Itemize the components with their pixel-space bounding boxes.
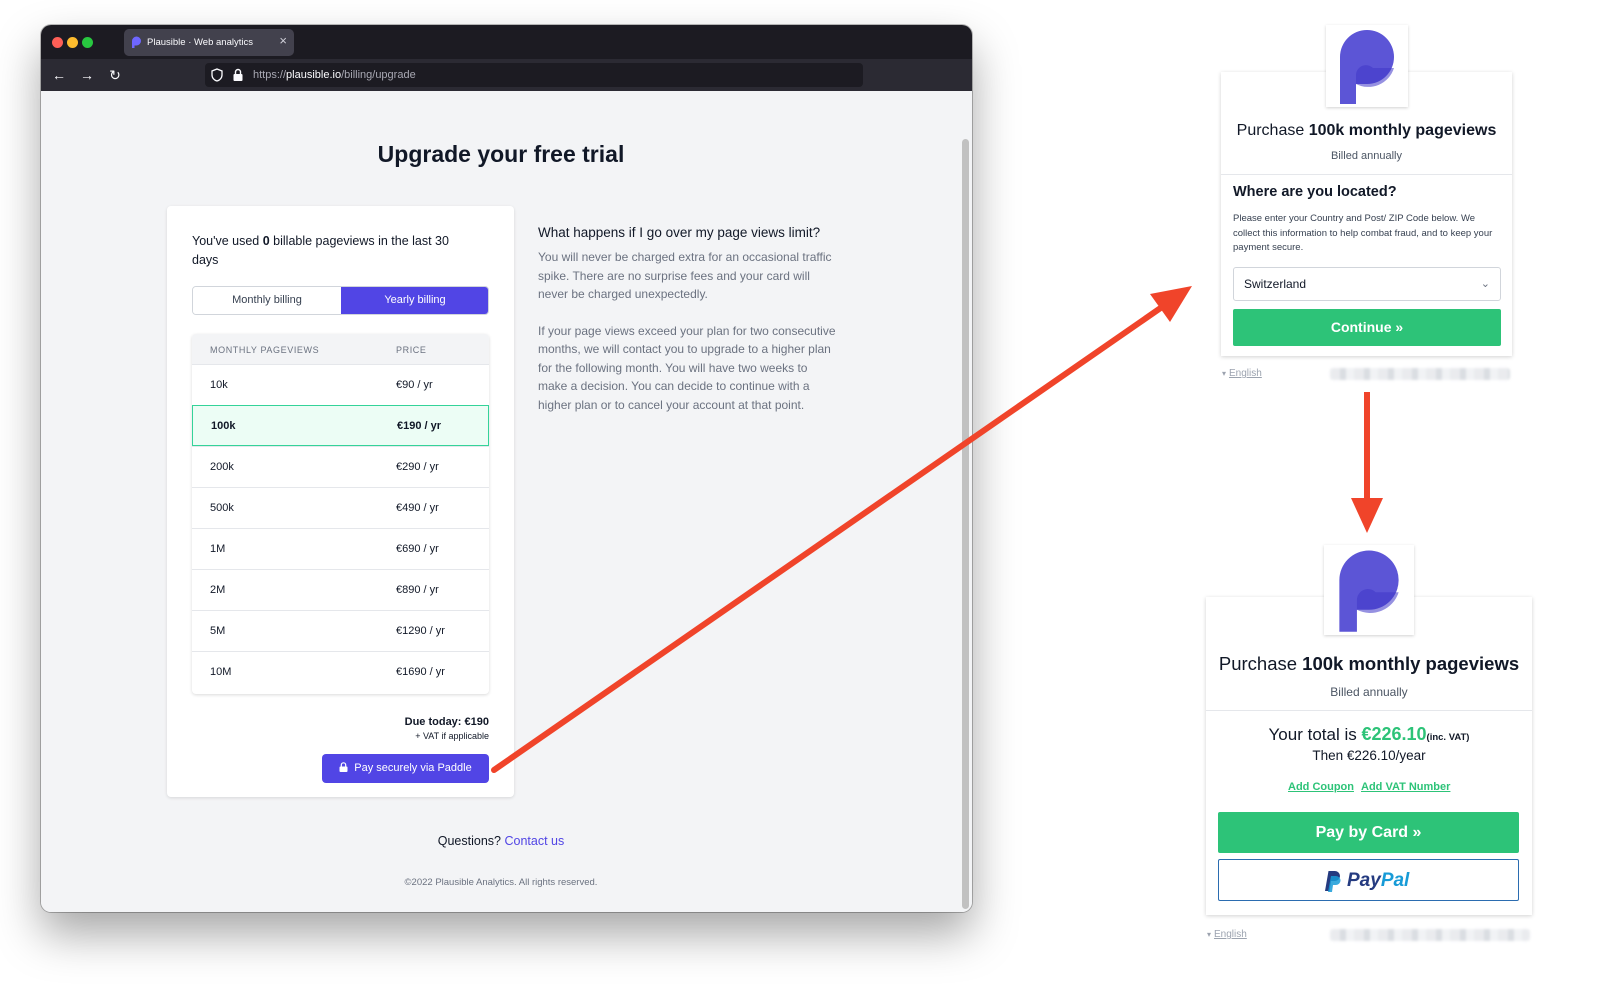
minimize-window-button[interactable] — [67, 37, 78, 48]
arrow-down — [1351, 392, 1383, 533]
yearly-billing-button[interactable]: Yearly billing — [341, 287, 488, 314]
plan-row-1m[interactable]: 1M €690 / yr — [192, 528, 489, 569]
pay-via-paddle-button[interactable]: Pay securely via Paddle — [322, 754, 489, 783]
checkout-title: Purchase 100k monthly pageviews — [1236, 122, 1497, 139]
due-today: Due today: €190 — [404, 716, 489, 728]
total-amount: €226.10 — [1361, 724, 1427, 744]
plan-table: MONTHLY PAGEVIEWS PRICE 10k €90 / yr 100k… — [192, 334, 489, 694]
location-heading: Where are you located? — [1233, 184, 1397, 200]
price-column-header: PRICE — [396, 345, 427, 355]
pay-by-card-button[interactable]: Pay by Card » — [1218, 812, 1519, 853]
checkout-location-panel: Purchase 100k monthly pageviews Billed a… — [1221, 72, 1512, 356]
checkout-payment-panel: Purchase 100k monthly pageviews Billed a… — [1206, 597, 1532, 915]
back-icon[interactable]: ← — [50, 66, 68, 84]
copyright: ©2022 Plausible Analytics. All rights re… — [404, 877, 598, 888]
paypal-wordmark: PayPal — [1347, 870, 1410, 891]
page-scrollbar[interactable] — [962, 139, 969, 909]
tab-title: Plausible · Web analytics — [147, 37, 253, 48]
location-description: Please enter your Country and Post/ ZIP … — [1233, 213, 1493, 253]
faq-answer-2: If your page views exceed your plan for … — [538, 323, 836, 412]
address-bar[interactable]: https://plausible.io/billing/upgrade — [205, 63, 863, 87]
checkout-title: Purchase 100k monthly pageviews — [1218, 653, 1520, 674]
plan-row-100k[interactable]: 100k €190 / yr — [192, 405, 489, 446]
caret-down-icon: ▾ — [1207, 930, 1212, 939]
blurred-footer-text — [1330, 929, 1530, 941]
forward-icon[interactable]: → — [78, 66, 96, 84]
plan-row-10k[interactable]: 10k €90 / yr — [192, 364, 489, 405]
faq-answer-1: You will never be charged extra for an o… — [538, 250, 832, 301]
lock-icon — [339, 762, 348, 772]
chevron-down-icon: ⌄ — [1480, 278, 1490, 290]
country-value: Switzerland — [1244, 277, 1307, 291]
contact-us-link[interactable]: Contact us — [504, 834, 564, 848]
pay-button-label: Pay securely via Paddle — [354, 762, 472, 774]
plan-row-5m[interactable]: 5M €1290 / yr — [192, 610, 489, 651]
url-text: https://plausible.io/billing/upgrade — [253, 69, 416, 81]
billed-annually: Billed annually — [1330, 685, 1408, 699]
plan-row-10m[interactable]: 10M €1690 / yr — [192, 651, 489, 692]
paypal-button[interactable]: PayPal — [1218, 859, 1519, 901]
blurred-footer-text — [1330, 368, 1510, 380]
plan-row-500k[interactable]: 500k €490 / yr — [192, 487, 489, 528]
tab-close-icon[interactable]: × — [279, 34, 287, 48]
browser-tab-bar: Plausible · Web analytics × — [41, 25, 972, 59]
caret-down-icon: ▾ — [1222, 369, 1227, 378]
questions-line: Questions? Contact us — [437, 834, 565, 848]
divider — [1206, 710, 1532, 711]
close-window-button[interactable] — [52, 37, 63, 48]
plausible-favicon-icon — [132, 36, 141, 48]
zoom-window-button[interactable] — [82, 37, 93, 48]
add-coupon-link[interactable]: Add Coupon — [1288, 781, 1354, 793]
browser-nav-bar: ← → ↻ https://plausible.io/billing/upgra… — [41, 59, 972, 91]
total-line: Your total is €226.10(inc. VAT) — [1268, 724, 1470, 744]
country-select[interactable]: Switzerland ⌄ — [1233, 267, 1501, 301]
plan-table-header: MONTHLY PAGEVIEWS PRICE — [192, 334, 489, 364]
usage-text: You've used 0 billable pageviews in the … — [192, 234, 449, 267]
browser-window: Plausible · Web analytics × ← → ↻ https:… — [41, 25, 972, 912]
plan-row-200k[interactable]: 200k €290 / yr — [192, 446, 489, 487]
vat-note: + VAT if applicable — [415, 731, 489, 741]
add-vat-number-link[interactable]: Add VAT Number — [1361, 781, 1450, 793]
plan-card: You've used 0 billable pageviews in the … — [167, 206, 514, 797]
shield-icon — [211, 68, 223, 82]
reload-icon[interactable]: ↻ — [106, 66, 124, 84]
plausible-logo-icon — [1324, 545, 1414, 635]
recurring-price: Then €226.10/year — [1312, 748, 1426, 763]
billed-annually: Billed annually — [1331, 150, 1402, 162]
language-selector[interactable]: ▾ English — [1222, 368, 1262, 379]
continue-button[interactable]: Continue » — [1233, 309, 1501, 346]
divider — [1221, 174, 1512, 175]
paypal-icon — [1325, 871, 1341, 892]
billing-page: Upgrade your free trial You've used 0 bi… — [41, 91, 972, 912]
faq-question: What happens if I go over my page views … — [538, 225, 821, 240]
language-selector[interactable]: ▾ English — [1207, 929, 1247, 940]
plan-row-2m[interactable]: 2M €890 / yr — [192, 569, 489, 610]
lock-icon — [233, 68, 243, 81]
plausible-logo-icon — [441, 91, 571, 95]
browser-tab[interactable]: Plausible · Web analytics × — [124, 29, 294, 56]
page-title: Upgrade your free trial — [377, 141, 625, 167]
billing-toggle: Monthly billing Yearly billing — [192, 286, 489, 315]
pageviews-column-header: MONTHLY PAGEVIEWS — [210, 345, 320, 355]
plausible-logo-icon — [1326, 25, 1408, 107]
monthly-billing-button[interactable]: Monthly billing — [193, 287, 341, 314]
faq-section: What happens if I go over my page views … — [538, 223, 838, 414]
usage-count: 0 — [262, 234, 270, 248]
